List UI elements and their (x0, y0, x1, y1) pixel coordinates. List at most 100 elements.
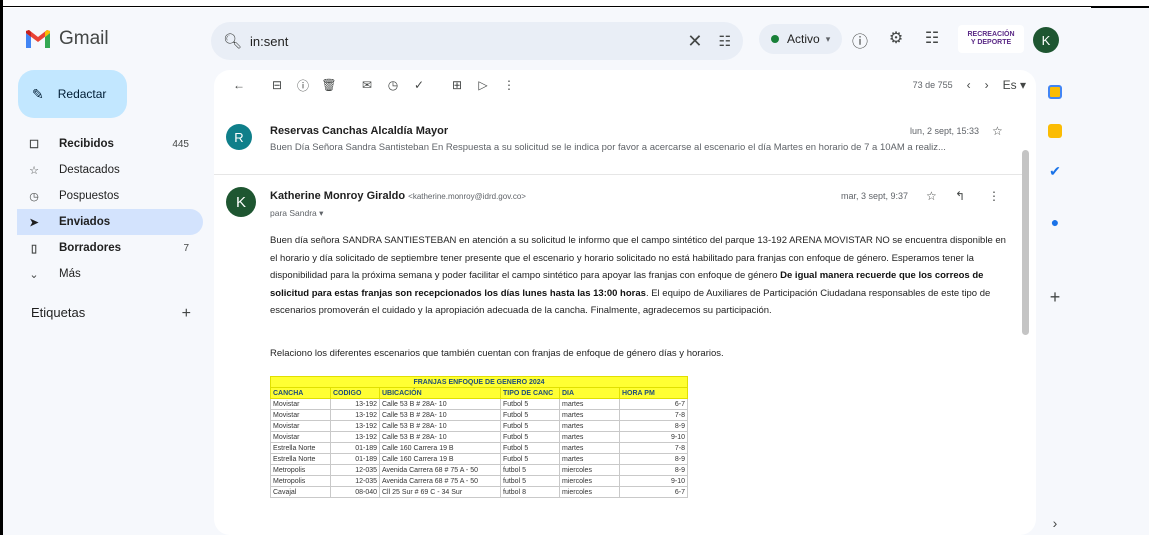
account-avatar[interactable]: K (1033, 27, 1059, 53)
sidebar-item-starred[interactable]: ☆ Destacados (17, 157, 203, 183)
scrollbar[interactable] (1022, 150, 1029, 335)
table-row: Estrella Norte 01-189 Calle 160 Carrera 19… (270, 442, 688, 454)
keep-icon[interactable] (1048, 124, 1062, 138)
sidebar-item-drafts[interactable]: ▯ Borradores 7 (17, 235, 203, 261)
star-icon: ☆ (29, 164, 39, 177)
table-cell: 01-189 (330, 453, 380, 465)
labels-section: Etiquetas + (31, 305, 191, 323)
tasks-icon[interactable]: ✔ (1046, 163, 1064, 180)
sidebar-nav: ☐ Recibidos 445 ☆ Destacados ◷ Pospuesto… (17, 131, 203, 287)
message-body: Buen día señora SANDRA SANTIESTEBAN en a… (270, 232, 1010, 320)
organization-logo[interactable]: RECREACIÓN Y DEPORTE (958, 25, 1024, 53)
compose-button[interactable]: ✎ Redactar (18, 70, 127, 118)
sidebar-item-snoozed[interactable]: ◷ Pospuestos (17, 183, 203, 209)
apps-grid-icon[interactable]: ☷ (921, 28, 943, 48)
gmail-m-icon (26, 30, 50, 48)
table-cell: Calle 53 B # 28A- 10 (379, 398, 501, 410)
sidebar-item-inbox[interactable]: ☐ Recibidos 445 (17, 131, 203, 157)
report-spam-icon[interactable]: ⓘ (290, 77, 316, 94)
delete-icon[interactable]: 🗑︎ (316, 78, 342, 92)
sender-email: <katherine.monroy@idrd.gov.co> (408, 192, 526, 201)
sender-name[interactable]: Katherine Monroy Giraldo <katherine.monr… (270, 190, 526, 202)
reply-icon[interactable]: ↰ (955, 189, 965, 203)
gmail-logo[interactable]: Gmail (25, 28, 109, 50)
move-to-icon[interactable]: ⊞ (444, 78, 470, 92)
mark-unread-icon[interactable]: ✉ (354, 78, 380, 92)
unread-count: 445 (172, 138, 189, 150)
sidebar-item-label: Más (59, 268, 81, 280)
add-task-icon[interactable]: ✓ (406, 78, 432, 92)
table-cell: Metropolis (270, 464, 331, 476)
table-cell: 08-040 (330, 486, 380, 498)
table-cell: Movistar (270, 409, 331, 421)
column-header: DIA (559, 387, 620, 399)
table-cell: Cavajal (270, 486, 331, 498)
table-cell: Futbol 5 (500, 398, 560, 410)
table-cell: futbol 8 (500, 486, 560, 498)
search-bar[interactable]: 🔍︎ ✕ ☷ (211, 22, 743, 60)
search-input[interactable] (250, 33, 680, 49)
search-icon[interactable]: 🔍︎ (223, 32, 242, 50)
star-icon[interactable]: ☆ (926, 189, 937, 203)
more-vert-icon[interactable]: ⋮ (496, 78, 522, 92)
contacts-icon[interactable]: ● (1046, 214, 1064, 230)
clear-search-icon[interactable]: ✕ (687, 31, 702, 52)
table-cell: 6-7 (619, 398, 688, 410)
table-cell: 12-035 (330, 475, 380, 487)
label-icon[interactable]: ▷ (470, 78, 496, 92)
table-cell: 13-192 (330, 398, 380, 410)
prev-page-icon[interactable]: ‹ (967, 78, 971, 92)
star-icon[interactable]: ☆ (992, 124, 1003, 138)
table-cell: Metropolis (270, 475, 331, 487)
gmail-app: Gmail 🔍︎ ✕ ☷ Activo ▾ ⓘ ⚙ ☷ RECREACIÓN Y… (3, 8, 1149, 535)
table-cell: Avenida Carrera 68 # 75 A - 50 (379, 475, 501, 487)
table-cell: 6-7 (619, 486, 688, 498)
sender-name[interactable]: Reservas Canchas Alcaldía Mayor (270, 125, 448, 137)
table-cell: futbol 5 (500, 475, 560, 487)
message-snippet[interactable]: Buen Día Señora Sandra Santisteban En Re… (270, 142, 946, 153)
sender-avatar[interactable]: K (226, 187, 256, 217)
table-cell: martes (559, 420, 620, 432)
table-cell: Futbol 5 (500, 431, 560, 443)
column-header: TIPO DE CANC (500, 387, 560, 399)
table-cell: Calle 53 B # 28A- 10 (379, 409, 501, 421)
table-header-row: CANCHA CODIGO UBICACIÓN TIPO DE CANC DIA… (270, 387, 688, 399)
back-arrow-icon[interactable]: ← (226, 78, 252, 92)
help-icon[interactable]: ⓘ (849, 28, 871, 52)
message-date: mar, 3 sept, 9:37 (841, 191, 909, 201)
search-options-icon[interactable]: ☷ (718, 33, 731, 50)
table-cell: 12-035 (330, 464, 380, 476)
more-vert-icon[interactable]: ⋮ (988, 189, 1000, 203)
add-addon-icon[interactable]: + (1046, 287, 1064, 308)
status-selector[interactable]: Activo ▾ (759, 24, 843, 54)
table-cell: Calle 53 B # 28A- 10 (379, 431, 501, 443)
table-cell: miercoles (559, 475, 620, 487)
org-logo-line2: Y DEPORTE (970, 39, 1012, 46)
sidebar-item-more[interactable]: ⌄ Más (17, 261, 203, 287)
snooze-icon[interactable]: ◷ (380, 78, 406, 92)
labels-title: Etiquetas (31, 305, 86, 320)
recipient-details[interactable]: para Sandra ▾ (270, 208, 323, 219)
table-cell: martes (559, 453, 620, 465)
sidebar-item-label: Pospuestos (59, 190, 120, 202)
table-cell: Movistar (270, 431, 331, 443)
sidebar-item-label: Borradores (59, 242, 121, 254)
side-panel-toggle-icon[interactable]: › (1046, 515, 1064, 531)
calendar-icon[interactable] (1048, 85, 1062, 99)
input-language-selector[interactable]: Es ▾ (1003, 78, 1026, 92)
add-label-icon[interactable]: + (182, 305, 191, 323)
archive-icon[interactable]: ⊟ (264, 78, 290, 92)
settings-icon[interactable]: ⚙ (885, 28, 907, 48)
draft-count: 7 (183, 242, 189, 254)
next-page-icon[interactable]: › (985, 78, 989, 92)
sidebar-item-sent[interactable]: ➤ Enviados (17, 209, 203, 235)
table-cell: Futbol 5 (500, 453, 560, 465)
sender-avatar[interactable]: R (226, 124, 252, 150)
recipient-label: para Sandra (270, 208, 317, 218)
table-cell: Futbol 5 (500, 442, 560, 454)
table-cell: 9-10 (619, 475, 688, 487)
sidebar-item-label: Destacados (59, 164, 120, 176)
table-cell: 8-9 (619, 464, 688, 476)
inbox-icon: ☐ (29, 138, 39, 151)
table-cell: 8-9 (619, 453, 688, 465)
